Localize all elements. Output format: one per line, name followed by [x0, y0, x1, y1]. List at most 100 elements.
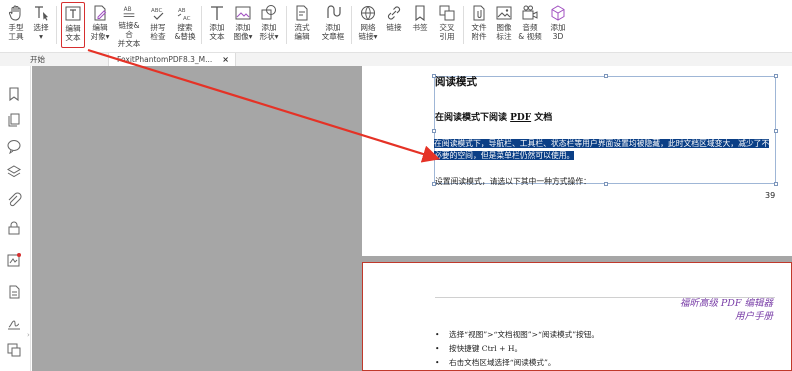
ribbon-divider	[463, 6, 464, 44]
list-item: • 按快捷键 Ctrl + H。	[435, 343, 522, 354]
sidebar-layers-button[interactable]	[6, 164, 22, 180]
sidebar-security-button[interactable]	[6, 220, 22, 236]
svg-text:ABC: ABC	[151, 8, 162, 14]
link-merge-text-label: 链接&合 并文本	[117, 21, 141, 48]
bullet: •	[435, 330, 440, 339]
close-tab-icon[interactable]: ×	[222, 53, 229, 66]
image-annotation-button[interactable]: 图像 标注	[492, 2, 516, 48]
select-label: 选择 ▾	[33, 23, 49, 41]
link-merge-text-button[interactable]: AB 链接&合 并文本	[115, 2, 143, 48]
sidebar-signature-button[interactable]	[6, 252, 22, 268]
add-shape-icon	[261, 5, 276, 20]
bookmark-icon	[9, 87, 19, 102]
pdf-page[interactable]: 阅读模式 在阅读模式下阅读 PDF 文档 在阅读模式下，导航栏、工具栏、状态栏等…	[362, 66, 792, 256]
sidebar-fill-sign-button[interactable]	[6, 314, 22, 330]
page-heading: 阅读模式	[435, 76, 477, 88]
list-item-text: 按快捷键 Ctrl + H。	[449, 344, 523, 353]
tab-document-title: FoxitPhantomPDF8.3_M...	[117, 55, 213, 64]
add-image-icon	[235, 6, 251, 20]
web-link-label: 网络 链接▾	[358, 23, 378, 41]
sidebar-comments-button[interactable]	[6, 138, 22, 155]
add-text-label: 添加 文本	[209, 23, 225, 41]
security-icon	[8, 221, 20, 235]
edit-object-icon	[94, 5, 107, 21]
list-item-text: 选择“视图”>“文档视图”>“阅读模式”按钮。	[449, 330, 599, 339]
link-merge-text-icon: AB	[124, 7, 135, 17]
tab-document[interactable]: FoxitPhantomPDF8.3_M... ×	[108, 53, 236, 66]
paragraph-text: 设置阅读模式，请选以下其中一种方式操作：	[435, 177, 591, 186]
list-item-text: 右击文档区域选择“阅读模式”。	[449, 358, 556, 367]
flow-edit-label: 流式 编辑	[294, 23, 310, 41]
audio-video-label: 音频 & 视频	[518, 23, 542, 41]
section-heading-prefix: 在阅读模式下阅读	[435, 113, 511, 123]
add-shape-button[interactable]: 添加 形状▾	[257, 2, 281, 48]
hand-tool-button[interactable]: 手型 工具	[5, 2, 27, 48]
image-annotation-icon	[496, 6, 512, 20]
add-3d-button[interactable]: 添加 3D	[546, 2, 570, 48]
search-replace-button[interactable]: AB AC 搜索 &替换	[173, 2, 197, 48]
section-heading-suffix: 文档	[531, 113, 553, 123]
file-attachment-label: 文件 附件	[471, 23, 487, 41]
pages-icon	[8, 113, 20, 127]
ribbon-divider	[286, 6, 287, 44]
file-attachment-button[interactable]: 文件 附件	[467, 2, 491, 48]
resize-handle[interactable]	[774, 129, 778, 133]
flow-edit-button[interactable]: 流式 编辑	[290, 2, 314, 48]
resize-handle[interactable]	[604, 182, 608, 186]
add-text-button[interactable]: 添加 文本	[205, 2, 229, 48]
add-text-icon	[211, 6, 223, 20]
brand-title: 福昕高级 PDF 编辑器	[679, 298, 773, 309]
sidebar-attachment-button[interactable]	[6, 192, 22, 208]
document-canvas[interactable]: 阅读模式 在阅读模式下阅读 PDF 文档 在阅读模式下，导航栏、工具栏、状态栏等…	[32, 66, 792, 371]
cross-reference-icon	[439, 5, 455, 21]
hand-icon	[9, 5, 21, 21]
bullet: •	[435, 344, 440, 353]
link-button[interactable]: 链接	[382, 2, 406, 48]
bookmark-icon	[415, 5, 425, 22]
tab-start[interactable]: 开始	[22, 53, 108, 66]
attachment-icon	[8, 192, 22, 207]
select-text-icon	[35, 6, 48, 21]
select-button[interactable]: 选择 ▾	[31, 2, 51, 48]
edit-object-button[interactable]: 编辑 对象▾	[89, 2, 111, 48]
spell-check-button[interactable]: ABC 拼写 检查	[146, 2, 170, 48]
selected-paragraph[interactable]: 在阅读模式下，导航栏、工具栏、状态栏等用户界面设置均被隐藏，此时文档区域变大，减…	[434, 138, 776, 162]
sidebar-destinations-button[interactable]	[6, 342, 22, 358]
list-item: • 选择“视图”>“文档视图”>“阅读模式”按钮。	[435, 329, 599, 340]
add-image-button[interactable]: 添加 图像▾	[231, 2, 255, 48]
cross-reference-label: 交叉 引用	[439, 23, 455, 41]
pdf-page[interactable]: 福昕高级 PDF 编辑器 用户手册 • 选择“视图”>“文档视图”>“阅读模式”按…	[362, 262, 792, 371]
navigation-sidebar: ›	[0, 66, 31, 371]
document-tab-bar: 开始 FoxitPhantomPDF8.3_M... ×	[0, 53, 792, 66]
web-link-button[interactable]: 网络 链接▾	[355, 2, 381, 48]
document-brand: 福昕高级 PDF 编辑器 用户手册	[680, 297, 773, 323]
edit-text-icon	[65, 6, 81, 21]
cross-reference-button[interactable]: 交叉 引用	[435, 2, 459, 48]
image-annotation-label: 图像 标注	[496, 23, 512, 41]
edit-text-button[interactable]: 编辑 文本	[61, 2, 85, 48]
sidebar-pages-button[interactable]	[6, 112, 22, 128]
edit-text-label: 编辑 文本	[65, 24, 81, 42]
audio-video-button[interactable]: 音频 & 视频	[517, 2, 543, 48]
bookmark-button[interactable]: 书签	[408, 2, 432, 48]
sidebar-collapse-icon[interactable]: ›	[27, 331, 30, 339]
text-selection-box[interactable]	[432, 74, 778, 186]
bullet: •	[435, 358, 440, 367]
bookmark-label: 书签	[412, 23, 428, 32]
audio-video-icon	[522, 5, 538, 20]
comments-icon	[7, 140, 21, 155]
list-item: • 右击文档区域选择“阅读模式”。	[435, 357, 555, 368]
sidebar-content-button[interactable]	[6, 284, 22, 300]
add-shape-label: 添加 形状▾	[259, 23, 279, 41]
selected-text[interactable]: 在阅读模式下，导航栏、工具栏、状态栏等用户界面设置均被隐藏，此时文档区域变大，减…	[434, 139, 770, 160]
resize-handle[interactable]	[774, 182, 778, 186]
article-box-button[interactable]: 添加 文章框	[320, 2, 346, 48]
resize-handle[interactable]	[774, 74, 778, 78]
sidebar-bookmark-button[interactable]	[6, 86, 22, 102]
header-rule	[435, 297, 775, 298]
resize-handle[interactable]	[432, 129, 436, 133]
resize-handle[interactable]	[604, 74, 608, 78]
add-3d-label: 添加 3D	[550, 23, 566, 41]
add-image-label: 添加 图像▾	[233, 23, 253, 41]
spell-check-label: 拼写 检查	[150, 23, 166, 41]
